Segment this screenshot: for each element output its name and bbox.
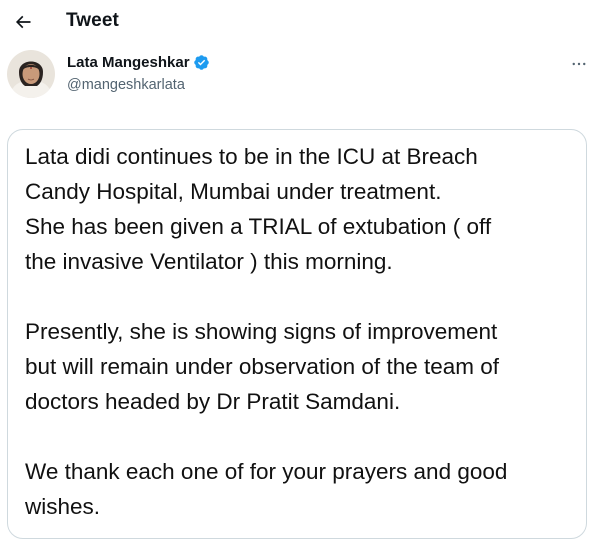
statement-line: the invasive Ventilator ) this morning. <box>25 249 393 274</box>
page-title: Tweet <box>66 10 119 31</box>
statement-line: Lata didi continues to be in the ICU at … <box>25 144 478 169</box>
avatar[interactable] <box>7 50 55 98</box>
statement-line: but will remain under observation of the… <box>25 354 500 379</box>
author-name: Lata Mangeshkar <box>67 54 190 71</box>
more-options-button[interactable] <box>568 54 590 74</box>
statement-line: She has been given a TRIAL of extubation… <box>25 214 492 239</box>
arrow-left-icon <box>15 15 31 29</box>
author-name-link[interactable]: Lata Mangeshkar <box>67 54 210 71</box>
statement-line: We thank each one of for your prayers an… <box>25 459 508 484</box>
author-handle[interactable]: @mangeshkarlata <box>67 77 185 93</box>
verified-badge-icon <box>193 54 210 71</box>
statement-line: Candy Hospital, Mumbai under treatment. <box>25 179 442 204</box>
statement-line: Presently, she is showing signs of impro… <box>25 319 498 344</box>
back-button[interactable] <box>8 7 38 37</box>
statement-line: doctors headed by Dr Pratit Samdani. <box>25 389 401 414</box>
top-bar: Tweet <box>0 0 600 44</box>
profile-photo <box>7 50 55 98</box>
statement-line: wishes. <box>25 494 101 519</box>
tweet-media-image[interactable]: Lata didi continues to be in the ICU at … <box>7 129 587 539</box>
more-horizontal-icon <box>572 62 586 66</box>
statement-text: Lata didi continues to be in the ICU at … <box>25 139 575 524</box>
tweet-author: Lata Mangeshkar @mangeshkarlata <box>0 48 600 108</box>
